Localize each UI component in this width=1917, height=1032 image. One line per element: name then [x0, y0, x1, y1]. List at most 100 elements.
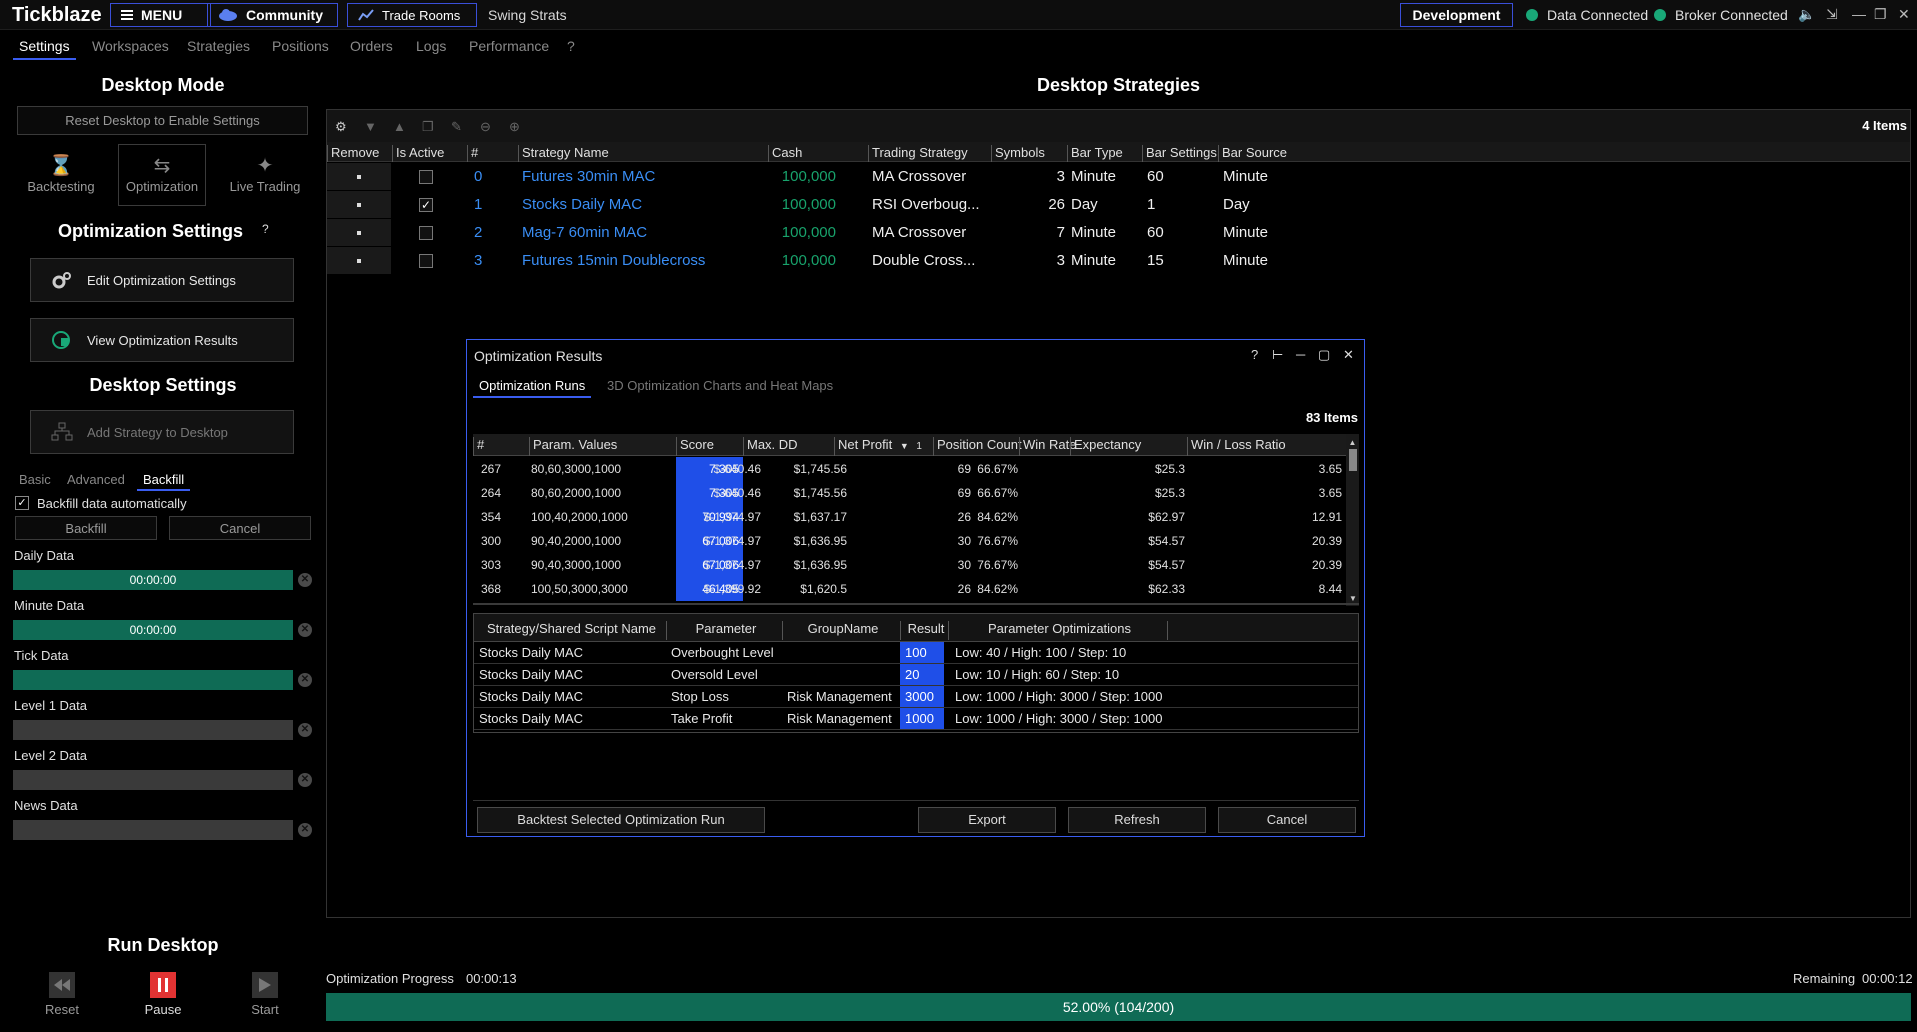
- close-icon[interactable]: ✕: [1343, 347, 1354, 363]
- strategy-name[interactable]: Mag-7 60min MAC: [522, 224, 647, 241]
- swing-strats-label[interactable]: Swing Strats: [488, 7, 567, 23]
- remove-row-button[interactable]: [327, 163, 391, 190]
- is-active-checkbox[interactable]: [419, 226, 433, 240]
- mode-live-trading[interactable]: ✦ Live Trading: [221, 144, 309, 206]
- mode-optimization[interactable]: ⇆ Optimization: [118, 144, 206, 206]
- help-icon[interactable]: ?: [1251, 347, 1258, 362]
- col-max-dd[interactable]: Max. DD: [743, 437, 798, 456]
- scroll-up-icon[interactable]: ▲: [1346, 438, 1359, 447]
- clear-daily-icon[interactable]: ✕: [298, 573, 312, 587]
- settings-gear-icon[interactable]: ⚙: [335, 119, 349, 134]
- parameter-row[interactable]: Stocks Daily MAC Oversold Level 20 Low: …: [474, 664, 1358, 686]
- edit-optimization-settings-button[interactable]: Edit Optimization Settings: [30, 258, 294, 302]
- col-cash[interactable]: Cash: [768, 145, 802, 162]
- is-active-checkbox[interactable]: [419, 254, 433, 268]
- pause-control-button[interactable]: Pause: [133, 972, 193, 1017]
- col-group-name[interactable]: GroupName: [782, 621, 900, 640]
- speaker-icon[interactable]: 🔈: [1798, 6, 1815, 23]
- upload-icon[interactable]: ▲: [393, 119, 407, 134]
- copy-icon[interactable]: ❐: [422, 119, 436, 134]
- tab-3d-charts[interactable]: 3D Optimization Charts and Heat Maps: [607, 378, 833, 393]
- export-button[interactable]: Export: [918, 807, 1056, 833]
- clear-level2-icon[interactable]: ✕: [298, 773, 312, 787]
- table-row[interactable]: 3 Futures 15min Doublecross 100,000 Doub…: [327, 247, 1910, 275]
- parameter-row[interactable]: Stocks Daily MAC Stop Loss Risk Manageme…: [474, 686, 1358, 708]
- development-button[interactable]: Development: [1400, 3, 1513, 27]
- runs-scrollbar[interactable]: ▲ ▼: [1346, 434, 1359, 606]
- tab-strategies[interactable]: Strategies: [187, 38, 250, 54]
- col-bar-settings[interactable]: Bar Settings: [1142, 145, 1217, 162]
- remove-row-button[interactable]: [327, 247, 391, 274]
- table-row[interactable]: 0 Futures 30min MAC 100,000 MA Crossover…: [327, 163, 1910, 191]
- remove-row-button[interactable]: [327, 219, 391, 246]
- clear-news-icon[interactable]: ✕: [298, 823, 312, 837]
- subtab-advanced[interactable]: Advanced: [67, 472, 125, 487]
- strategy-name[interactable]: Futures 15min Doublecross: [522, 252, 705, 269]
- add-strategy-button[interactable]: Add Strategy to Desktop: [30, 410, 294, 454]
- reset-control-button[interactable]: Reset: [32, 972, 92, 1017]
- close-icon[interactable]: ✕: [1898, 6, 1910, 23]
- parameter-row[interactable]: Stocks Daily MAC Take Profit Risk Manage…: [474, 708, 1358, 730]
- col-win-rate[interactable]: Win Rate: [1019, 437, 1076, 456]
- col-net-profit[interactable]: Net Profit ▼ 1: [834, 437, 922, 456]
- col-trading-strategy[interactable]: Trading Strategy: [868, 145, 968, 162]
- run-row[interactable]: 267 80,60,3000,1000 7.305 $-640.46 $1,74…: [473, 457, 1345, 481]
- run-row[interactable]: 368 100,50,3000,3000 46.405 $-1,399.92 $…: [473, 577, 1345, 601]
- col-strategy-name[interactable]: Strategy Name: [518, 145, 609, 162]
- menu-button[interactable]: MENU: [110, 3, 211, 27]
- run-row[interactable]: 300 90,40,2000,1000 67.006 $-1,374.97 $1…: [473, 529, 1345, 553]
- trade-rooms-button[interactable]: Trade Rooms: [347, 3, 477, 27]
- cancel-backfill-button[interactable]: Cancel: [169, 516, 311, 540]
- tab-workspaces[interactable]: Workspaces: [92, 38, 169, 54]
- maximize-icon[interactable]: ▢: [1318, 347, 1330, 363]
- col-bar-type[interactable]: Bar Type: [1067, 145, 1123, 162]
- add-icon[interactable]: ⊕: [509, 119, 523, 134]
- community-button[interactable]: Community: [207, 3, 338, 27]
- maximize-icon[interactable]: ❐: [1874, 6, 1887, 23]
- tab-help[interactable]: ?: [567, 38, 575, 54]
- view-optimization-results-button[interactable]: View Optimization Results: [30, 318, 294, 362]
- col-expectancy[interactable]: Expectancy: [1070, 437, 1141, 456]
- is-active-checkbox[interactable]: ✓: [419, 198, 433, 212]
- edit-pencil-icon[interactable]: ✎: [451, 119, 465, 134]
- col-position-count[interactable]: Position Count: [933, 437, 1022, 456]
- col-score[interactable]: Score: [676, 437, 714, 456]
- col-script-name[interactable]: Strategy/Shared Script Name: [474, 621, 666, 640]
- col-param-values[interactable]: Param. Values: [529, 437, 617, 456]
- tab-logs[interactable]: Logs: [416, 38, 446, 54]
- undock-icon[interactable]: ⊢: [1272, 347, 1283, 363]
- backfill-button[interactable]: Backfill: [15, 516, 157, 540]
- col-win-loss[interactable]: Win / Loss Ratio: [1187, 437, 1286, 456]
- table-row[interactable]: ✓ 1 Stocks Daily MAC 100,000 RSI Overbou…: [327, 191, 1910, 219]
- col-parameter[interactable]: Parameter: [666, 621, 782, 640]
- col-bar-source[interactable]: Bar Source: [1218, 145, 1287, 162]
- minimize-icon[interactable]: ─: [1296, 347, 1305, 362]
- strategy-name[interactable]: Stocks Daily MAC: [522, 196, 642, 213]
- clear-minute-icon[interactable]: ✕: [298, 623, 312, 637]
- cancel-button[interactable]: Cancel: [1218, 807, 1356, 833]
- subtab-basic[interactable]: Basic: [19, 472, 51, 487]
- col-remove[interactable]: Remove: [327, 145, 379, 162]
- scroll-thumb[interactable]: [1348, 449, 1357, 471]
- run-row[interactable]: 303 90,40,3000,1000 67.006 $-1,374.97 $1…: [473, 553, 1345, 577]
- tab-optimization-runs[interactable]: Optimization Runs: [473, 378, 592, 398]
- scroll-down-icon[interactable]: ▼: [1349, 594, 1357, 603]
- optimization-help-icon[interactable]: ?: [262, 222, 269, 236]
- backfill-auto-checkbox[interactable]: ✓: [15, 496, 29, 510]
- reset-desktop-button[interactable]: Reset Desktop to Enable Settings: [17, 106, 308, 135]
- strategy-name[interactable]: Futures 30min MAC: [522, 168, 655, 185]
- col-number[interactable]: #: [467, 145, 478, 162]
- run-row[interactable]: 354 100,40,2000,1000 70.994 $-1,374.97 $…: [473, 505, 1345, 529]
- remove-icon[interactable]: ⊖: [480, 119, 494, 134]
- mode-backtesting[interactable]: ⌛ Backtesting: [17, 144, 105, 206]
- col-result[interactable]: Result: [900, 621, 948, 640]
- tab-performance[interactable]: Performance: [469, 38, 549, 54]
- clear-level1-icon[interactable]: ✕: [298, 723, 312, 737]
- download-icon[interactable]: ▼: [364, 119, 378, 134]
- tab-positions[interactable]: Positions: [272, 38, 329, 54]
- parameter-row[interactable]: Stocks Daily MAC Overbought Level 100 Lo…: [474, 642, 1358, 664]
- is-active-checkbox[interactable]: [419, 170, 433, 184]
- backtest-selected-run-button[interactable]: Backtest Selected Optimization Run: [477, 807, 765, 833]
- col-parameter-optimizations[interactable]: Parameter Optimizations: [948, 621, 1168, 640]
- table-row[interactable]: 2 Mag-7 60min MAC 100,000 MA Crossover 7…: [327, 219, 1910, 247]
